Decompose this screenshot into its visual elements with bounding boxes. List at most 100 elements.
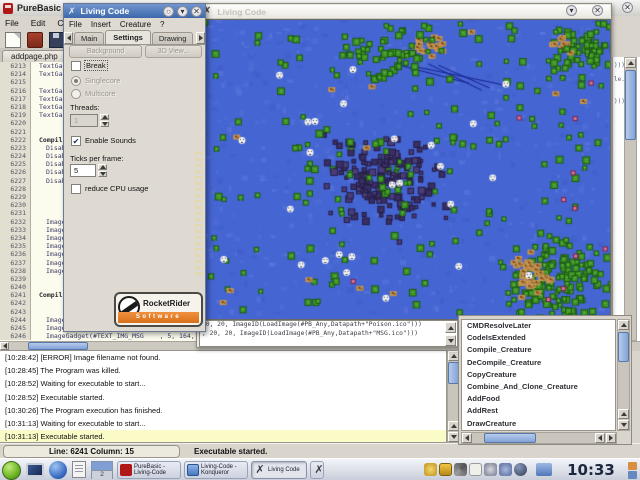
line-code	[31, 185, 39, 193]
scroll-left-icon[interactable]	[595, 433, 605, 443]
taskbar-task[interactable]: PureBasic - Living-Code	[117, 461, 181, 479]
threads-up-icon[interactable]	[100, 114, 109, 120]
pager-desktop-2[interactable]: 2	[92, 471, 112, 479]
tray-klipper-icon[interactable]	[536, 463, 552, 476]
reduce-cpu-checkbox[interactable]	[71, 184, 81, 194]
procedure-item[interactable]: CopyCreature	[462, 369, 615, 381]
list-vertical-scrollbar[interactable]	[617, 319, 630, 431]
tray-bug-icon[interactable]	[424, 463, 437, 476]
close-button[interactable]: ✕	[191, 6, 202, 17]
singlecore-label[interactable]: Singlecore	[85, 76, 120, 85]
tab-scroll-left-icon[interactable]	[64, 32, 73, 44]
scroll-thumb[interactable]	[618, 332, 629, 362]
scroll-up-icon[interactable]	[618, 320, 629, 330]
threads-down-icon[interactable]	[100, 121, 109, 127]
tray-mouse-icon[interactable]	[499, 463, 512, 476]
line-number: 6216	[0, 87, 31, 95]
taskbar-clock[interactable]: 10:33	[558, 461, 624, 479]
reduce-cpu-label[interactable]: reduce CPU usage	[85, 184, 148, 193]
line-number: 6226	[0, 168, 31, 176]
scroll-left-icon[interactable]	[0, 342, 9, 350]
scroll-up-icon[interactable]	[618, 409, 629, 419]
desktop-pager[interactable]: 2	[91, 461, 113, 479]
tray-clipboard-icon[interactable]	[469, 463, 482, 476]
tab-main[interactable]: Main	[74, 32, 104, 44]
open-file-icon[interactable]	[27, 32, 43, 48]
background-button[interactable]: Background	[69, 45, 142, 58]
scroll-up-icon[interactable]	[445, 322, 456, 333]
tab-settings[interactable]: Settings	[105, 30, 151, 44]
pb-menu-item[interactable]: Edit	[31, 18, 46, 28]
break-checkbox[interactable]	[71, 61, 81, 71]
minimize-button[interactable]: ▾	[566, 5, 577, 16]
tray-lock-icon[interactable]	[439, 463, 452, 476]
kmenu-button[interactable]	[2, 461, 21, 480]
settings-menu-item[interactable]: ?	[160, 20, 164, 29]
pb-menu-item[interactable]: File	[5, 18, 19, 28]
map-window-titlebar[interactable]: ✗ Living Code	[198, 5, 610, 19]
log-line: [10:28:42] [ERROR] Image filename not fo…	[0, 351, 446, 364]
tray-speaker-icon[interactable]	[454, 463, 467, 476]
tray-network-icon[interactable]	[484, 463, 497, 476]
break-label[interactable]: Break	[85, 61, 107, 70]
sticky-button[interactable]: ○	[163, 6, 174, 17]
singlecore-radio[interactable]	[71, 76, 81, 86]
settings-titlebar[interactable]: ✗ Living Code ○ ▾ ✕	[64, 4, 205, 18]
procedure-item[interactable]: AddFood	[462, 393, 615, 405]
taskbar-task[interactable]: ✗	[310, 461, 324, 479]
livingcode-map-window: ✗ Living Code ▾ ✕ 20, 20, ImageID(LoadIm…	[196, 3, 612, 348]
minimize-button[interactable]: ▾	[177, 6, 188, 17]
procedure-item[interactable]: Compile_Creature	[462, 344, 615, 356]
procedure-list[interactable]: CMDResolveLaterCodeIsExtendedCompile_Cre…	[461, 319, 616, 431]
3d-view-button[interactable]: 3D View...	[145, 45, 202, 58]
show-desktop-icon[interactable]	[26, 463, 44, 477]
tab-drawing[interactable]: Drawing	[152, 32, 194, 44]
procedure-item[interactable]: CMDResolveLater	[462, 320, 615, 332]
scroll-thumb[interactable]	[28, 342, 88, 350]
tab-scroll-right-icon[interactable]	[196, 32, 205, 44]
creature-code-textarea[interactable]: 20, 20, ImageID(LoadImage(#PB_Any,Datapa…	[199, 320, 458, 347]
procedure-item[interactable]: DeCompile_Creature	[462, 357, 615, 369]
settings-tabbar: MainSettingsDrawing	[64, 30, 205, 45]
editor-tab[interactable]: addpage.php	[2, 50, 67, 62]
procedure-item[interactable]: CodeIsExtended	[462, 332, 615, 344]
close-button[interactable]: ✕	[592, 5, 603, 16]
settings-menu-item[interactable]: Creature	[120, 20, 151, 29]
settings-menu-item[interactable]: File	[69, 20, 82, 29]
scroll-thumb[interactable]	[625, 70, 636, 140]
simulation-map[interactable]	[201, 19, 611, 320]
text-editor-icon[interactable]	[72, 461, 86, 478]
compiler-log[interactable]: [10:28:42] [ERROR] Image filename not fo…	[0, 350, 447, 443]
new-file-icon[interactable]	[5, 32, 21, 48]
list-horizontal-scrollbar[interactable]	[461, 432, 617, 444]
multicore-label[interactable]: Multicore	[85, 89, 115, 98]
status-message: Executable started.	[194, 447, 267, 456]
scroll-left-icon[interactable]	[462, 433, 472, 443]
scroll-down-icon[interactable]	[445, 335, 456, 346]
threads-spinner[interactable]: 1	[70, 114, 98, 127]
procedure-item[interactable]: DrawCreature	[462, 418, 615, 430]
scroll-right-icon[interactable]	[606, 433, 616, 443]
editor-vertical-scrollbar[interactable]	[624, 57, 637, 341]
enable-sounds-checkbox[interactable]: ✔	[71, 136, 81, 146]
procedure-item[interactable]: AddRest	[462, 405, 615, 417]
line-number: 6224	[0, 152, 31, 160]
applet-down-icon[interactable]	[628, 471, 637, 479]
scroll-up-icon[interactable]	[625, 58, 636, 68]
settings-menu-item[interactable]: Insert	[91, 20, 111, 29]
applet-up-icon[interactable]	[628, 462, 637, 470]
procedure-item[interactable]: Combine_And_Clone_Creature	[462, 381, 615, 393]
taskbar-task[interactable]: Living-Code - Konqueror	[184, 461, 248, 479]
ticks-down-icon[interactable]	[98, 171, 107, 177]
scroll-thumb[interactable]	[484, 433, 536, 443]
purebasic-close-button[interactable]: ✕	[622, 2, 633, 13]
enable-sounds-label[interactable]: Enable Sounds	[85, 136, 136, 145]
tray-globe-icon[interactable]	[514, 463, 527, 476]
scroll-down-icon[interactable]	[618, 420, 629, 430]
ticks-spinner[interactable]: 5	[70, 164, 96, 177]
taskbar-task[interactable]: ✗Living Code	[251, 461, 307, 479]
ticks-up-icon[interactable]	[98, 164, 107, 170]
konqueror-icon[interactable]	[49, 461, 67, 479]
multicore-radio[interactable]	[71, 89, 81, 99]
pager-desktop-1[interactable]	[92, 462, 112, 471]
